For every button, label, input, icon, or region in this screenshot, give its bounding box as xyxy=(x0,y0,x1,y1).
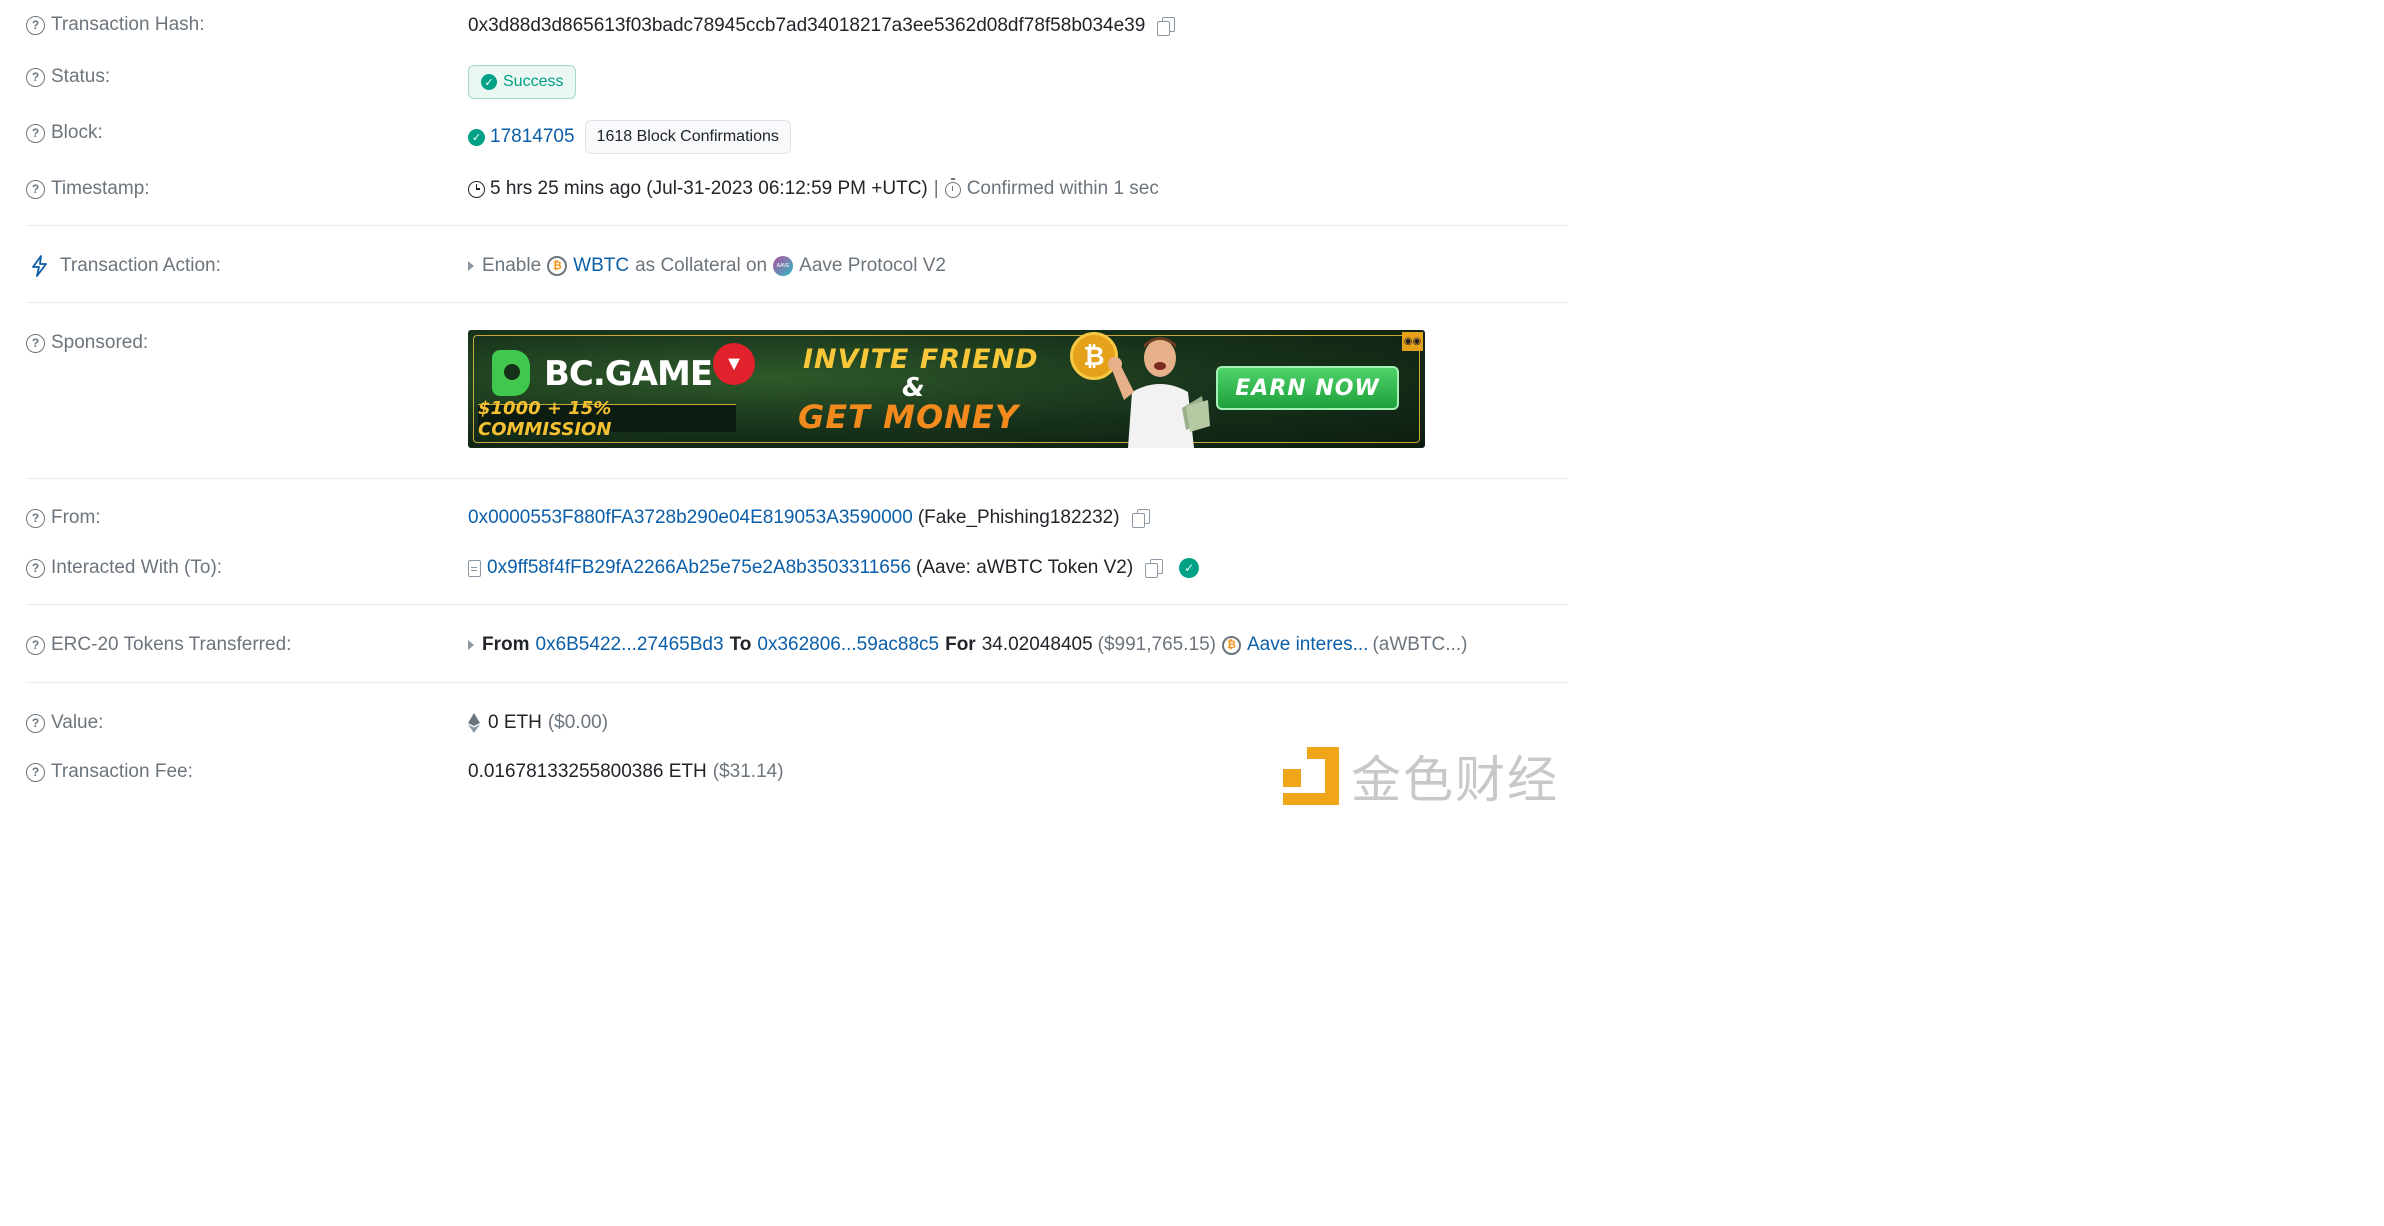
help-icon[interactable]: ? xyxy=(26,508,45,528)
timestamp-label: ? Timestamp: xyxy=(26,178,150,200)
erc20-label: ? ERC-20 Tokens Transferred: xyxy=(26,634,291,656)
to-value: 0x9ff58f4fFB29fA2266Ab25e75e2A8b35033116… xyxy=(468,557,1200,579)
contract-file-icon xyxy=(468,559,481,577)
fee-value: 0.01678133255800386 ETH ($31.14) xyxy=(468,761,784,783)
person-image xyxy=(1108,337,1210,448)
ethereum-icon xyxy=(468,713,480,733)
stopwatch-icon xyxy=(944,178,961,198)
divider xyxy=(26,604,1568,605)
clock-icon xyxy=(468,180,485,198)
separator: | xyxy=(933,178,939,199)
verified-check-icon: ✓ xyxy=(1179,558,1200,578)
tron-icon: ▼ xyxy=(713,343,755,385)
help-icon[interactable]: ? xyxy=(26,762,45,782)
tx-hash-value: 0x3d88d3d865613f03badc78945ccb7ad3401821… xyxy=(468,15,1176,37)
tx-hash-label: ? Transaction Hash: xyxy=(26,14,204,36)
status-value: ✓ Success xyxy=(468,65,577,99)
fee-usd: ($31.14) xyxy=(712,761,784,782)
divider xyxy=(26,478,1568,479)
copy-icon[interactable] xyxy=(1145,559,1164,578)
action-middle: as Collateral on xyxy=(635,255,768,276)
sponsored-label: ? Sponsored: xyxy=(26,332,148,354)
action-value: Enable ₿ WBTC as Collateral on AAVE Aave… xyxy=(468,255,946,277)
from-value: 0x0000553F880fFA3728b290e04E819053A35900… xyxy=(468,507,1150,529)
timestamp-value: 5 hrs 25 mins ago (Jul-31-2023 06:12:59 … xyxy=(468,178,1159,200)
ad-badge-icon[interactable]: ◉◉ xyxy=(1402,332,1423,351)
copy-icon[interactable] xyxy=(1157,17,1176,36)
status-label: ? Status: xyxy=(26,66,110,88)
earn-now-button[interactable]: EARN NOW xyxy=(1216,366,1399,410)
to-label: ? Interacted With (To): xyxy=(26,557,222,579)
banner-line1: INVITE FRIEND xyxy=(803,344,1039,375)
erc20-token-link[interactable]: Aave interes... xyxy=(1247,634,1368,656)
help-icon[interactable]: ? xyxy=(26,67,45,87)
help-icon[interactable]: ? xyxy=(26,713,45,733)
to-keyword: To xyxy=(729,634,752,655)
block-confirmations-badge: 1618 Block Confirmations xyxy=(584,120,791,154)
caret-right-icon[interactable] xyxy=(468,640,474,650)
caret-right-icon[interactable] xyxy=(468,261,474,271)
from-address-link[interactable]: 0x0000553F880fFA3728b290e04E819053A35900… xyxy=(468,507,913,529)
value-value: 0 ETH ($0.00) xyxy=(468,712,608,734)
lightning-icon xyxy=(32,255,47,277)
help-icon[interactable]: ? xyxy=(26,635,45,655)
value-usd: ($0.00) xyxy=(547,712,609,733)
block-value: ✓ 17814705 1618 Block Confirmations xyxy=(468,120,791,154)
check-circle-icon: ✓ xyxy=(481,74,497,90)
erc20-amount: 34.02048405 xyxy=(981,634,1093,655)
erc20-value: From 0x6B5422...27465Bd3 To 0x362806...5… xyxy=(468,634,1467,656)
fee-eth: 0.01678133255800386 ETH xyxy=(468,761,707,782)
bc-game-logo xyxy=(492,350,530,396)
aave-icon: AAVE xyxy=(773,256,794,276)
to-address-link[interactable]: 0x9ff58f4fFB29fA2266Ab25e75e2A8b35033116… xyxy=(487,557,911,579)
erc20-usd: ($991,765.15) xyxy=(1097,634,1216,655)
confirmed-text: Confirmed within 1 sec xyxy=(966,178,1159,199)
jinse-logo-icon xyxy=(1283,747,1339,805)
erc20-from-link[interactable]: 0x6B5422...27465Bd3 xyxy=(536,634,724,656)
status-badge: ✓ Success xyxy=(468,65,577,99)
to-name-tag: (Aave: aWBTC Token V2) xyxy=(916,557,1134,578)
for-keyword: For xyxy=(945,634,976,655)
divider xyxy=(26,302,1568,303)
check-circle-icon: ✓ xyxy=(468,128,485,146)
copy-icon[interactable] xyxy=(1131,509,1150,528)
divider xyxy=(26,682,1568,683)
help-icon[interactable]: ? xyxy=(26,179,45,199)
erc20-to-link[interactable]: 0x362806...59ac88c5 xyxy=(757,634,939,656)
wbtc-icon: ₿ xyxy=(547,256,568,276)
value-label: ? Value: xyxy=(26,712,103,734)
awbtc-icon: ₿ xyxy=(1221,635,1241,655)
sponsored-banner[interactable]: BC.GAME ▼ $1000 + 15% COMMISSION INVITE … xyxy=(468,330,1425,448)
banner-line3: GET MONEY xyxy=(798,398,1019,436)
help-icon[interactable]: ? xyxy=(26,15,45,35)
tx-hash-text[interactable]: 0x3d88d3d865613f03badc78945ccb7ad3401821… xyxy=(468,15,1145,37)
from-label: ? From: xyxy=(26,507,101,529)
value-eth: 0 ETH xyxy=(488,712,542,733)
from-name-tag: (Fake_Phishing182232) xyxy=(917,507,1120,528)
divider xyxy=(26,225,1568,226)
help-icon[interactable]: ? xyxy=(26,123,45,143)
block-number-link[interactable]: 17814705 xyxy=(490,126,575,148)
help-icon[interactable]: ? xyxy=(26,333,45,353)
banner-brand: BC.GAME xyxy=(544,354,713,394)
erc20-token-symbol: (aWBTC...) xyxy=(1372,634,1468,655)
watermark: 金色财经 xyxy=(1283,740,1559,812)
watermark-text: 金色财经 xyxy=(1351,751,1559,809)
wbtc-link[interactable]: WBTC xyxy=(573,255,629,277)
from-keyword: From xyxy=(482,634,530,655)
help-icon[interactable]: ? xyxy=(26,558,45,578)
fee-label: ? Transaction Fee: xyxy=(26,761,193,783)
action-label: Transaction Action: xyxy=(26,255,221,277)
block-label: ? Block: xyxy=(26,122,103,144)
aave-protocol: Aave Protocol V2 xyxy=(799,255,946,276)
action-verb: Enable xyxy=(482,255,542,276)
banner-commission: $1000 + 15% COMMISSION xyxy=(478,398,736,440)
